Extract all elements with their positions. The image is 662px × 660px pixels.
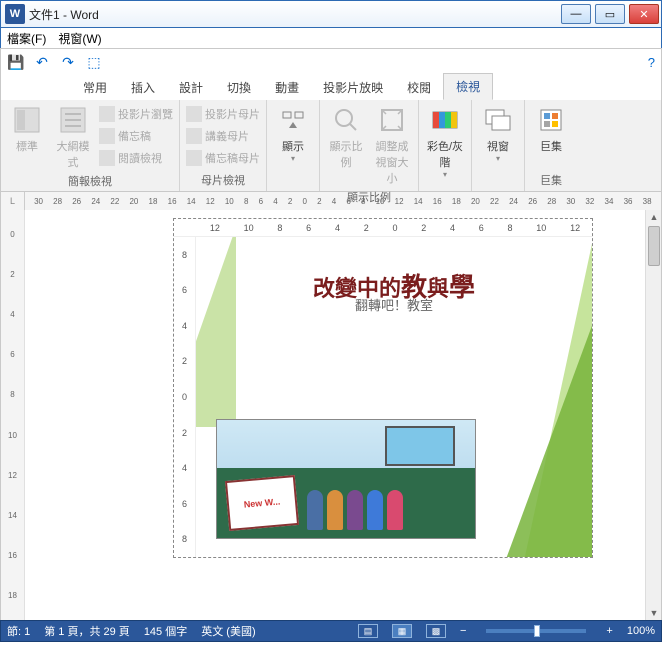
- btn-fit-window[interactable]: 調整成視窗大小: [370, 102, 414, 188]
- view-read-mode-icon[interactable]: ▤: [358, 624, 378, 638]
- chevron-down-icon: ▾: [291, 154, 295, 163]
- illust-person: [387, 490, 403, 530]
- btn-notes-master[interactable]: 備忘稿母片: [184, 148, 262, 168]
- btn-reading-view[interactable]: 閱讀檢視: [97, 148, 175, 168]
- slide-sorter-icon: [99, 106, 115, 122]
- notes-icon: [99, 128, 115, 144]
- tab-design[interactable]: 設計: [167, 75, 215, 100]
- zoom-slider-thumb[interactable]: [534, 625, 540, 637]
- view-print-layout-icon[interactable]: ▦: [392, 624, 412, 638]
- tab-review[interactable]: 校閱: [395, 75, 443, 100]
- status-section[interactable]: 節: 1: [7, 623, 30, 639]
- document-canvas[interactable]: 12108642024681012 864202468 改變中的教與學 翻轉吧！…: [25, 210, 645, 620]
- quick-access-toolbar: 💾 ↶ ↷ ⬚ ?: [0, 48, 662, 76]
- status-page[interactable]: 第 1 頁，共 29 頁: [44, 623, 130, 639]
- slide-ruler-h: 12108642024681012: [174, 219, 592, 237]
- maximize-button[interactable]: ▭: [595, 4, 625, 24]
- tab-animations[interactable]: 動畫: [263, 75, 311, 100]
- btn-macros[interactable]: 巨集: [529, 102, 573, 156]
- btn-slide-sorter[interactable]: 投影片瀏覽: [97, 104, 175, 124]
- ribbon: 標準 大綱模式 投影片瀏覽 備忘稿 閱讀檢視 簡報檢視 投影片母片 講義母片 備…: [0, 100, 662, 192]
- chevron-down-icon: ▾: [443, 170, 447, 179]
- status-language[interactable]: 英文 (美國): [201, 623, 255, 639]
- group-macros: 巨集 巨集: [525, 100, 577, 191]
- vertical-ruler[interactable]: 024681012141618: [1, 210, 25, 620]
- chevron-down-icon: ▾: [496, 154, 500, 163]
- tab-slideshow[interactable]: 投影片放映: [311, 75, 395, 100]
- zoom-level[interactable]: 100%: [627, 625, 655, 637]
- group-show: 顯示▾: [267, 100, 320, 191]
- illust-person: [367, 490, 383, 530]
- illust-person: [347, 490, 363, 530]
- btn-normal-view[interactable]: 標準: [5, 102, 49, 156]
- menu-window[interactable]: 視窗(W): [58, 30, 101, 47]
- status-word-count[interactable]: 145 個字: [144, 623, 187, 639]
- handout-master-icon: [186, 128, 202, 144]
- group-zoom: 顯示比例 調整成視窗大小 顯示比例: [320, 100, 419, 191]
- zoom-slider[interactable]: [486, 629, 586, 633]
- tab-home[interactable]: 常用: [71, 75, 119, 100]
- scroll-down-icon[interactable]: ▼: [646, 606, 662, 620]
- slide-ruler-v: 864202468: [174, 237, 196, 557]
- btn-slide-master[interactable]: 投影片母片: [184, 104, 262, 124]
- tab-insert[interactable]: 插入: [119, 75, 167, 100]
- group-presentation-views: 標準 大綱模式 投影片瀏覽 備忘稿 閱讀檢視 簡報檢視: [1, 100, 180, 191]
- status-bar: 節: 1 第 1 頁，共 29 頁 145 個字 英文 (美國) ▤ ▦ ▩ −…: [0, 620, 662, 642]
- minimize-button[interactable]: —: [561, 4, 591, 24]
- illust-whiteboard: New W...: [225, 475, 299, 531]
- btn-notes-page[interactable]: 備忘稿: [97, 126, 175, 146]
- group-label: 巨集: [529, 171, 573, 189]
- btn-handout-master[interactable]: 講義母片: [184, 126, 262, 146]
- undo-icon[interactable]: ↶: [33, 54, 51, 72]
- close-button[interactable]: ✕: [629, 4, 659, 24]
- save-icon[interactable]: 💾: [7, 54, 25, 72]
- notes-master-icon: [186, 150, 202, 166]
- btn-show[interactable]: 顯示▾: [271, 102, 315, 165]
- btn-color-grayscale[interactable]: 彩色/灰階▾: [423, 102, 467, 181]
- btn-normal-label: 標準: [16, 138, 38, 154]
- ruler-corner: L: [1, 192, 25, 210]
- touch-mode-icon[interactable]: ⬚: [85, 54, 103, 72]
- btn-window[interactable]: 視窗▾: [476, 102, 520, 165]
- menu-file[interactable]: 檔案(F): [7, 30, 46, 47]
- scroll-up-icon[interactable]: ▲: [646, 210, 662, 224]
- view-web-layout-icon[interactable]: ▩: [426, 624, 446, 638]
- illust-person: [327, 490, 343, 530]
- reading-icon: [99, 150, 115, 166]
- illust-window: [385, 426, 455, 466]
- window-title: 文件1 - Word: [29, 6, 559, 23]
- decor-triangle-left: [196, 237, 236, 427]
- group-master-views: 投影片母片 講義母片 備忘稿母片 母片檢視: [180, 100, 267, 191]
- zoom-in-button[interactable]: +: [606, 625, 612, 637]
- redo-icon[interactable]: ↷: [59, 54, 77, 72]
- btn-outline-view[interactable]: 大綱模式: [51, 102, 95, 172]
- zoom-out-button[interactable]: −: [460, 625, 466, 637]
- vertical-scrollbar[interactable]: ▲ ▼: [645, 210, 661, 620]
- group-color: 彩色/灰階▾: [419, 100, 472, 191]
- slide-illustration: New W...: [216, 419, 476, 539]
- slide-master-icon: [186, 106, 202, 122]
- ribbon-tabs: 常用 插入 設計 切換 動畫 投影片放映 校閱 檢視: [0, 76, 662, 100]
- app-icon: W: [5, 4, 25, 24]
- slide-subtitle: 翻轉吧！教室: [196, 295, 592, 314]
- menu-bar: 檔案(F) 視窗(W): [0, 28, 662, 48]
- tab-view[interactable]: 檢視: [443, 73, 493, 100]
- document-area: 024681012141618 12108642024681012 864202…: [0, 210, 662, 620]
- title-bar: W 文件1 - Word — ▭ ✕: [0, 0, 662, 28]
- group-window: 視窗▾: [472, 100, 525, 191]
- group-label: 母片檢視: [184, 171, 262, 189]
- embedded-slide-object[interactable]: 12108642024681012 864202468 改變中的教與學 翻轉吧！…: [173, 218, 593, 558]
- group-label: 簡報檢視: [5, 172, 175, 190]
- tab-transitions[interactable]: 切換: [215, 75, 263, 100]
- illust-person: [307, 490, 323, 530]
- btn-zoom[interactable]: 顯示比例: [324, 102, 368, 172]
- help-icon[interactable]: ?: [648, 55, 655, 70]
- slide-content: 改變中的教與學 翻轉吧！教室 New W...: [196, 237, 592, 557]
- btn-outline-label: 大綱模式: [53, 138, 93, 170]
- scrollbar-thumb[interactable]: [648, 226, 660, 266]
